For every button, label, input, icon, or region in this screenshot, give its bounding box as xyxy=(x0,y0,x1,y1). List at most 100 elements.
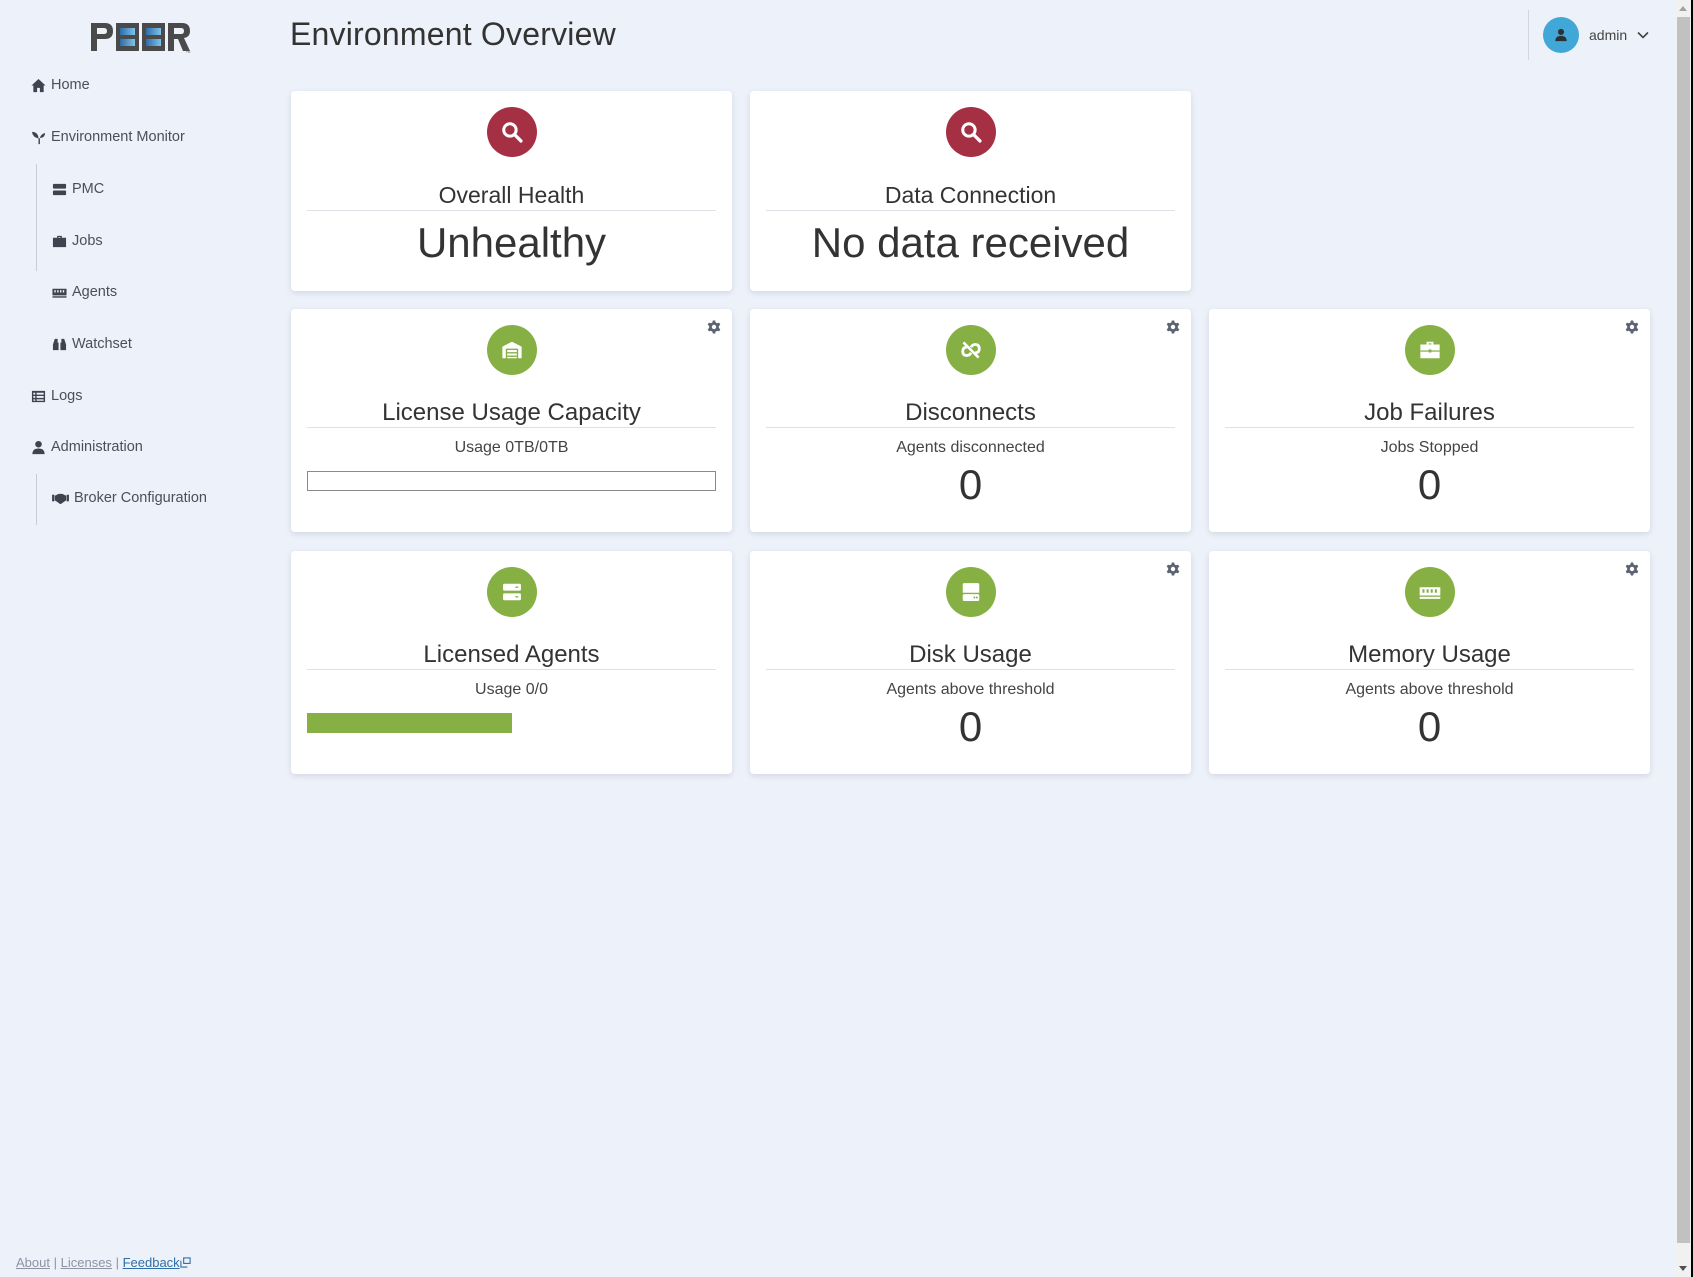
licensed-agents-card: Licensed Agents Usage 0/0 xyxy=(291,551,732,774)
user-icon xyxy=(32,440,45,454)
user-icon xyxy=(1555,28,1567,42)
home-icon xyxy=(31,78,46,92)
card-title: Job Failures xyxy=(1364,399,1495,426)
search-icon xyxy=(501,122,523,143)
card-divider xyxy=(307,210,716,211)
card-divider xyxy=(1225,669,1634,670)
binoculars-icon xyxy=(52,338,67,350)
sidebar-item-logs[interactable]: Logs xyxy=(31,388,82,404)
scroll-up-arrow-icon[interactable] xyxy=(1679,6,1687,11)
card-title: License Usage Capacity xyxy=(382,399,641,426)
card-subtitle: Usage 0TB/0TB xyxy=(454,439,569,456)
feedback-link[interactable]: Feedback xyxy=(123,1255,191,1270)
chevron-down-icon xyxy=(1637,26,1649,44)
disconnects-card: Disconnects Agents disconnected 0 xyxy=(750,309,1191,532)
card-divider xyxy=(766,427,1175,428)
peer-logo[interactable]: TM xyxy=(89,20,193,54)
scrollbar-thumb[interactable] xyxy=(1677,17,1690,1243)
avatar xyxy=(1543,17,1579,53)
health-status-value: Unhealthy xyxy=(416,219,607,266)
card-divider xyxy=(307,669,716,670)
job-failures-card: Job Failures Jobs Stopped 0 xyxy=(1209,309,1650,532)
status-indicator xyxy=(945,107,996,157)
sidebar-item-home[interactable]: Home xyxy=(31,77,90,93)
footer-separator: | xyxy=(53,1255,57,1270)
gear-icon[interactable] xyxy=(1165,319,1181,335)
status-indicator xyxy=(1404,325,1455,375)
memory-icon xyxy=(1419,587,1440,599)
feedback-label: Feedback xyxy=(122,1255,180,1270)
card-subtitle: Agents above threshold xyxy=(1345,681,1514,698)
user-menu[interactable]: admin xyxy=(1543,17,1649,53)
card-title: Memory Usage xyxy=(1348,641,1511,668)
seedling-icon xyxy=(31,131,46,144)
sidebar-item-environment-monitor[interactable]: Environment Monitor xyxy=(31,129,185,145)
scroll-down-arrow-icon[interactable] xyxy=(1679,1266,1687,1271)
sidebar-item-label: Broker Configuration xyxy=(74,490,207,506)
gear-icon[interactable] xyxy=(1624,561,1640,577)
sidebar-item-label: Jobs xyxy=(72,233,103,249)
footer: About | Licenses | Feedback xyxy=(16,1255,191,1270)
sidebar-item-administration[interactable]: Administration xyxy=(31,439,143,455)
status-indicator xyxy=(486,325,537,375)
sidebar-item-label: Logs xyxy=(51,388,83,404)
page-title: Environment Overview xyxy=(290,16,616,52)
card-title: Disk Usage xyxy=(909,641,1032,668)
gear-icon[interactable] xyxy=(706,319,722,335)
card-subtitle: Agents above threshold xyxy=(886,681,1055,698)
disk-usage-count: 0 xyxy=(958,703,983,750)
card-subtitle: Jobs Stopped xyxy=(1380,439,1479,456)
data-connection-card: Data Connection No data received xyxy=(750,91,1191,291)
card-divider xyxy=(1225,427,1634,428)
connection-status-value: No data received xyxy=(811,219,1130,266)
job-failures-count: 0 xyxy=(1417,461,1442,508)
vertical-scrollbar[interactable] xyxy=(1676,0,1691,1277)
hdd-icon xyxy=(962,583,979,601)
server-icon xyxy=(502,583,521,601)
briefcase-icon xyxy=(52,235,67,247)
handshake-icon xyxy=(52,493,69,504)
memory-icon xyxy=(52,288,67,298)
status-indicator xyxy=(945,567,996,617)
licensed-agents-progress-bar xyxy=(307,713,716,733)
card-subtitle: Agents disconnected xyxy=(896,439,1045,456)
user-name: admin xyxy=(1589,27,1628,43)
status-indicator xyxy=(486,107,537,157)
status-indicator xyxy=(486,567,537,617)
warehouse-icon xyxy=(501,341,522,359)
status-indicator xyxy=(945,325,996,375)
sidebar-item-jobs[interactable]: Jobs xyxy=(52,233,103,249)
page: TM Home Environment Monitor PMC Jobs Age… xyxy=(0,0,1693,1277)
card-title: Overall Health xyxy=(438,182,585,208)
card-divider xyxy=(766,210,1175,211)
license-usage-card: License Usage Capacity Usage 0TB/0TB xyxy=(291,309,732,532)
memory-usage-count: 0 xyxy=(1417,703,1442,750)
licenses-link[interactable]: Licenses xyxy=(61,1255,112,1270)
sidebar-item-agents[interactable]: Agents xyxy=(52,284,117,300)
nav-group-divider xyxy=(36,474,37,525)
sidebar-item-watchset[interactable]: Watchset xyxy=(52,336,132,352)
sidebar-item-label: Environment Monitor xyxy=(51,129,185,145)
search-icon xyxy=(960,122,982,143)
sidebar-item-broker-configuration[interactable]: Broker Configuration xyxy=(52,490,207,506)
card-title: Licensed Agents xyxy=(423,641,600,668)
gear-icon[interactable] xyxy=(1165,561,1181,577)
card-title: Disconnects xyxy=(905,399,1036,426)
disk-usage-card: Disk Usage Agents above threshold 0 xyxy=(750,551,1191,774)
sidebar-item-label: PMC xyxy=(72,181,105,197)
unlink-icon xyxy=(960,341,981,359)
memory-usage-card: Memory Usage Agents above threshold 0 xyxy=(1209,551,1650,774)
card-divider xyxy=(766,669,1175,670)
server-icon xyxy=(52,183,67,195)
sidebar-item-pmc[interactable]: PMC xyxy=(52,181,104,197)
footer-separator: | xyxy=(115,1255,119,1270)
status-indicator xyxy=(1404,567,1455,617)
card-title: Data Connection xyxy=(884,182,1057,208)
about-link[interactable]: About xyxy=(16,1255,50,1270)
sidebar-item-label: Agents xyxy=(72,284,118,300)
gear-icon[interactable] xyxy=(1624,319,1640,335)
sidebar-item-label: Home xyxy=(51,77,90,93)
progress-fill xyxy=(307,713,512,733)
license-usage-progress-bar xyxy=(307,471,716,491)
card-subtitle: Usage 0/0 xyxy=(475,681,548,698)
